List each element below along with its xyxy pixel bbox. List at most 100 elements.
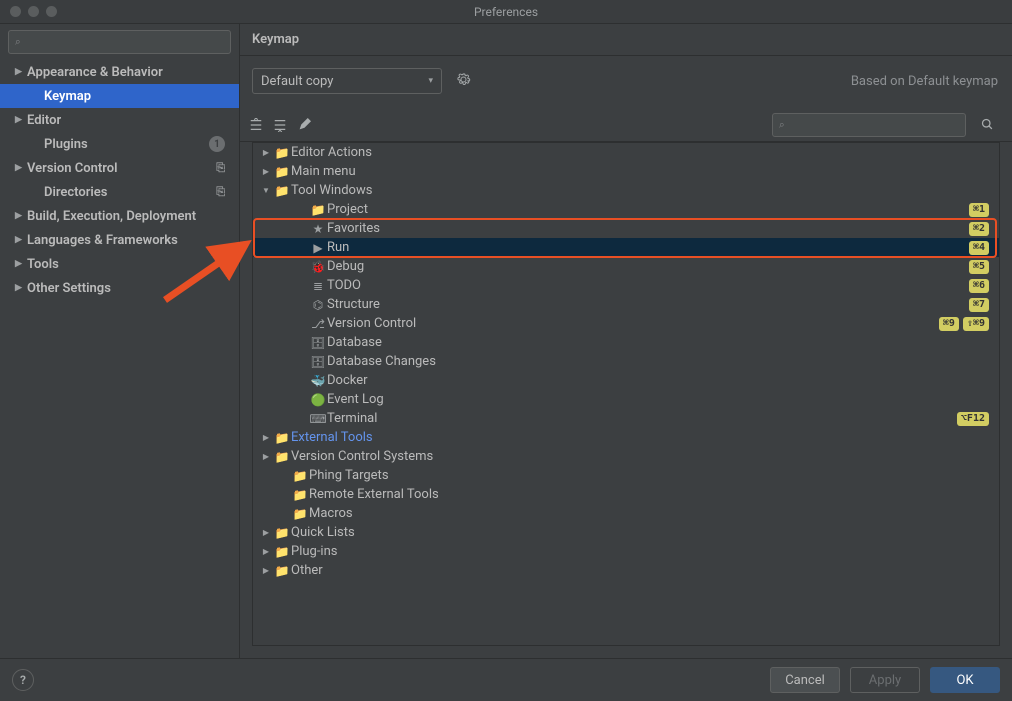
sidebar-item-languages-frameworks[interactable]: ▶Languages & Frameworks bbox=[0, 228, 239, 252]
sidebar-item-plugins[interactable]: Plugins1 bbox=[0, 132, 239, 156]
shortcut-keycap: ⌘4 bbox=[969, 241, 989, 255]
collapse-all-button[interactable] bbox=[268, 113, 292, 137]
apply-button[interactable]: Apply bbox=[850, 667, 920, 693]
action-label: Tool Windows bbox=[291, 183, 372, 198]
sidebar-tree: ▶Appearance & BehaviorKeymap▶EditorPlugi… bbox=[0, 60, 239, 658]
actions-search[interactable]: ⌕ bbox=[772, 113, 966, 137]
cancel-button[interactable]: Cancel bbox=[770, 667, 840, 693]
action-row-main-menu[interactable]: ▶📁Main menu bbox=[253, 162, 999, 181]
db-changes-icon: 🗄 bbox=[309, 355, 327, 369]
sidebar-item-appearance-behavior[interactable]: ▶Appearance & Behavior bbox=[0, 60, 239, 84]
action-row-phing-targets[interactable]: 📁Phing Targets bbox=[253, 466, 999, 485]
sidebar-item-tools[interactable]: ▶Tools bbox=[0, 252, 239, 276]
sidebar-item-directories[interactable]: Directories⎘ bbox=[0, 180, 239, 204]
action-row-database[interactable]: 🗄Database bbox=[253, 333, 999, 352]
action-label: Other bbox=[291, 563, 323, 578]
action-label: External Tools bbox=[291, 430, 373, 445]
actions-tree: ▶📁Editor Actions▶📁Main menu▼📁Tool Window… bbox=[252, 142, 1000, 646]
action-label: Phing Targets bbox=[309, 468, 389, 483]
sidebar-item-other-settings[interactable]: ▶Other Settings bbox=[0, 276, 239, 300]
shortcut-keycap: ⌘1 bbox=[969, 203, 989, 217]
search-icon: ⌕ bbox=[779, 119, 785, 130]
action-label: Version Control bbox=[327, 316, 416, 331]
action-row-version-control[interactable]: ⎇Version Control⌘9⇧⌘9 bbox=[253, 314, 999, 333]
chevron-right-icon: ▶ bbox=[259, 528, 273, 537]
action-row-event-log[interactable]: 🟢Event Log bbox=[253, 390, 999, 409]
chevron-right-icon: ▶ bbox=[15, 235, 27, 245]
find-by-shortcut-button[interactable] bbox=[974, 117, 1000, 132]
action-label: Event Log bbox=[327, 392, 384, 407]
action-label: Version Control Systems bbox=[291, 449, 433, 464]
folder-icon: 📁 bbox=[309, 203, 327, 217]
structure-icon: ⌬ bbox=[309, 298, 327, 312]
action-row-plug-ins[interactable]: ▶📁Plug-ins bbox=[253, 542, 999, 561]
action-row-quick-lists[interactable]: ▶📁Quick Lists bbox=[253, 523, 999, 542]
action-row-todo[interactable]: ≣TODO⌘6 bbox=[253, 276, 999, 295]
action-row-run[interactable]: ▶Run⌘4 bbox=[253, 238, 999, 257]
shortcut-keycap: ⌘7 bbox=[969, 298, 989, 312]
ok-button[interactable]: OK bbox=[930, 667, 1000, 693]
chevron-down-icon: ▾ bbox=[428, 76, 433, 86]
chevron-right-icon: ▶ bbox=[259, 452, 273, 461]
sidebar-search[interactable]: ⌕ bbox=[8, 30, 231, 54]
edit-button[interactable] bbox=[292, 113, 316, 137]
help-button[interactable]: ? bbox=[12, 669, 34, 691]
sidebar-search-input[interactable] bbox=[8, 30, 231, 54]
folder-icon: 📁 bbox=[273, 545, 291, 559]
title-bar: Preferences bbox=[0, 0, 1012, 24]
shortcut-group: ⌘9⇧⌘9 bbox=[939, 317, 989, 331]
window-title: Preferences bbox=[0, 5, 1012, 19]
keymap-scheme-select[interactable]: Default copy ▾ bbox=[252, 68, 442, 94]
sidebar-item-version-control[interactable]: ▶Version Control⎘ bbox=[0, 156, 239, 180]
action-row-docker[interactable]: 🐳Docker bbox=[253, 371, 999, 390]
action-row-favorites[interactable]: ★Favorites⌘2 bbox=[253, 219, 999, 238]
actions-search-input[interactable] bbox=[772, 113, 966, 137]
folder-icon: 📁 bbox=[291, 469, 309, 483]
shortcut-keycap: ⌘6 bbox=[969, 279, 989, 293]
shortcut-group: ⌘4 bbox=[969, 241, 989, 255]
chevron-right-icon: ▶ bbox=[259, 167, 273, 176]
chevron-right-icon: ▶ bbox=[15, 115, 27, 125]
action-row-external-tools[interactable]: ▶📁External Tools bbox=[253, 428, 999, 447]
action-row-editor-actions[interactable]: ▶📁Editor Actions bbox=[253, 143, 999, 162]
sidebar-item-editor[interactable]: ▶Editor bbox=[0, 108, 239, 132]
shortcut-keycap: ⇧⌘9 bbox=[963, 317, 989, 331]
balloon-icon: 🟢 bbox=[309, 393, 327, 407]
chevron-right-icon: ▶ bbox=[259, 148, 273, 157]
action-row-macros[interactable]: 📁Macros bbox=[253, 504, 999, 523]
action-label: Docker bbox=[327, 373, 368, 388]
project-icon: ⎘ bbox=[216, 161, 225, 175]
action-row-project[interactable]: 📁Project ⌘1 bbox=[253, 200, 999, 219]
expand-all-button[interactable] bbox=[244, 113, 268, 137]
run-icon: ▶ bbox=[309, 241, 327, 255]
shortcut-keycap: ⌘5 bbox=[969, 260, 989, 274]
action-row-debug[interactable]: 🐞Debug⌘5 bbox=[253, 257, 999, 276]
action-row-database-changes[interactable]: 🗄Database Changes bbox=[253, 352, 999, 371]
action-label: Structure bbox=[327, 297, 380, 312]
action-label: Project bbox=[327, 202, 368, 217]
sidebar-item-label: Build, Execution, Deployment bbox=[27, 209, 196, 224]
shortcut-group: ⌘5 bbox=[969, 260, 989, 274]
action-row-tool-windows[interactable]: ▼📁Tool Windows bbox=[253, 181, 999, 200]
sidebar-item-label: Editor bbox=[27, 113, 61, 128]
chevron-down-icon: ▼ bbox=[259, 186, 273, 195]
chevron-right-icon: ▶ bbox=[259, 433, 273, 442]
shortcut-group: ⌘1 bbox=[969, 203, 989, 217]
action-row-terminal[interactable]: ⌨Terminal⌥F12 bbox=[253, 409, 999, 428]
shortcut-group: ⌥F12 bbox=[957, 412, 989, 426]
page-title: Keymap bbox=[252, 32, 299, 47]
folder-icon: 📁 bbox=[273, 146, 291, 160]
folder-icon: 📁 bbox=[273, 431, 291, 445]
sidebar-item-label: Appearance & Behavior bbox=[27, 65, 163, 80]
action-row-remote-external-tools[interactable]: 📁Remote External Tools bbox=[253, 485, 999, 504]
sidebar-item-keymap[interactable]: Keymap bbox=[0, 84, 239, 108]
action-row-version-control-systems[interactable]: ▶📁Version Control Systems bbox=[253, 447, 999, 466]
sidebar-item-label: Keymap bbox=[44, 89, 91, 104]
debug-icon: 🐞 bbox=[309, 260, 327, 274]
action-row-other[interactable]: ▶📁Other bbox=[253, 561, 999, 580]
sidebar-item-label: Languages & Frameworks bbox=[27, 233, 178, 248]
folder-icon: 📁 bbox=[273, 526, 291, 540]
gear-icon[interactable] bbox=[456, 72, 471, 91]
action-row-structure[interactable]: ⌬Structure ⌘7 bbox=[253, 295, 999, 314]
sidebar-item-build-execution-deployment[interactable]: ▶Build, Execution, Deployment bbox=[0, 204, 239, 228]
